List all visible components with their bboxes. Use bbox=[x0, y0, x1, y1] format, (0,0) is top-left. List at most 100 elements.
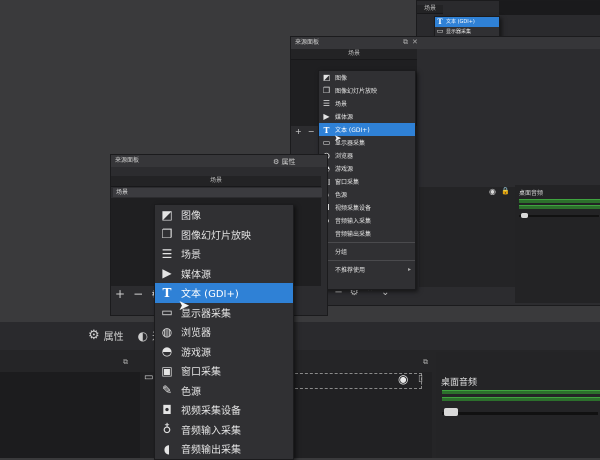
menu-item-window[interactable]: ▣窗口采集 bbox=[155, 361, 293, 381]
menu-item-window[interactable]: ▣窗口采集 bbox=[319, 175, 415, 188]
menu-item-label: 音频输出采集 bbox=[181, 445, 241, 457]
menu-item-scene-list[interactable]: ☰ 场景 bbox=[319, 97, 415, 110]
preview-area-small bbox=[499, 1, 600, 15]
add-scene-button[interactable]: + bbox=[295, 127, 302, 136]
text-icon: T bbox=[162, 285, 172, 300]
menu-item-deprecated[interactable]: 不推荐使用 bbox=[319, 263, 415, 276]
volume-meter bbox=[519, 199, 600, 203]
slideshow-icon: ❐ bbox=[322, 86, 331, 95]
menu-item-globe[interactable]: ◍浏览器 bbox=[319, 149, 415, 162]
menu-item-label: 浏览器 bbox=[335, 153, 354, 160]
menu-item-brush[interactable]: ✎色源 bbox=[319, 188, 415, 201]
gamepad-icon: ◓ bbox=[161, 344, 173, 359]
image-icon: ◩ bbox=[322, 73, 331, 82]
volume-meter bbox=[442, 390, 600, 394]
menu-item-label: 音频输入采集 bbox=[181, 425, 241, 437]
close-icon[interactable]: ✕ bbox=[412, 38, 418, 46]
scene-header-large: 场景 bbox=[111, 176, 321, 187]
menu-item-globe[interactable]: ◍ 浏览器 bbox=[155, 322, 293, 342]
properties-label: 属性 bbox=[281, 158, 296, 166]
microphone-icon: ♁ bbox=[162, 422, 172, 437]
menu-item-image[interactable]: ◩ 图像 bbox=[319, 71, 415, 84]
volume-slider[interactable] bbox=[519, 215, 599, 217]
menu-item-microphone[interactable]: ♁ 音频输入采集 bbox=[155, 420, 293, 440]
menu-item-text[interactable]: T 文本 (GDI+) bbox=[155, 283, 293, 303]
brush-icon: ✎ bbox=[161, 383, 173, 398]
add-scene-button[interactable]: + bbox=[115, 287, 125, 301]
menu-item-group[interactable]: 分组 bbox=[319, 245, 415, 258]
menu-item-label: 视频采集设备 bbox=[181, 406, 241, 418]
monitor-icon: ▭ bbox=[322, 138, 331, 147]
monitor-icon: ▭ bbox=[144, 372, 154, 383]
menu-item-label: 场景 bbox=[181, 250, 201, 262]
menu-item-label: 文本 (GDI+) bbox=[446, 19, 475, 26]
menu-item-speaker[interactable]: ◖音频输出采集 bbox=[155, 439, 293, 459]
eye-icon[interactable]: ◉ bbox=[489, 187, 496, 196]
menu-item-label: 窗口采集 bbox=[335, 179, 360, 186]
menu-item-play[interactable]: ▶ 媒体源 bbox=[319, 110, 415, 123]
menu-item-label: 文本 (GDI+) bbox=[335, 127, 370, 134]
lock-icon[interactable]: ▯ bbox=[418, 374, 423, 384]
menu-item-image[interactable]: ◩ 图像 bbox=[155, 205, 293, 225]
remove-scene-button[interactable]: − bbox=[133, 287, 143, 301]
play-icon: ▶ bbox=[323, 112, 330, 121]
float-icon[interactable]: ⧉ bbox=[423, 358, 428, 367]
scene-panel-bottom bbox=[0, 372, 140, 458]
menu-item-slideshow[interactable]: ❐ 图像幻灯片放映 bbox=[155, 225, 293, 245]
menu-item-label: 图像幻灯片放映 bbox=[181, 230, 251, 242]
monitor-icon: ▭ bbox=[161, 305, 173, 320]
window-icon: ▣ bbox=[161, 363, 173, 378]
scene-row-large[interactable]: 场景 bbox=[113, 188, 322, 197]
filter-icon[interactable]: ◐ bbox=[138, 329, 148, 343]
float-icon[interactable]: ⧉ bbox=[123, 358, 128, 367]
menu-item-label: 色源 bbox=[335, 192, 348, 199]
menu-item-label: 色源 bbox=[181, 386, 201, 398]
menu-separator bbox=[319, 260, 415, 261]
remove-scene-button[interactable]: − bbox=[308, 127, 315, 136]
float-icon[interactable]: ⧉ bbox=[403, 38, 408, 47]
volume-slider[interactable] bbox=[442, 412, 598, 415]
menu-item-label: 视频采集设备 bbox=[335, 205, 372, 212]
menu-item-scene-list[interactable]: ☰ 场景 bbox=[155, 244, 293, 264]
menu-item-label: 媒体源 bbox=[181, 269, 211, 281]
menu-item-gamepad[interactable]: ◓游戏源 bbox=[319, 162, 415, 175]
menu-item-camera[interactable]: ◘视频采集设备 bbox=[319, 201, 415, 214]
volume-slider-knob[interactable] bbox=[444, 408, 458, 416]
menu-item-text[interactable]: T 文本 (GDI+) bbox=[435, 17, 499, 27]
camera-icon: ◘ bbox=[162, 402, 172, 417]
menu-item-slideshow[interactable]: ❐ 图像幻灯片放映 bbox=[319, 84, 415, 97]
play-icon: ▶ bbox=[162, 266, 172, 281]
menu-item-camera[interactable]: ◘ 视频采集设备 bbox=[155, 400, 293, 420]
lock-icon[interactable]: 🔒 bbox=[501, 187, 510, 195]
add-source-menu-large: ◩ 图像 ❐ 图像幻灯片放映 ☰ 场景 ▶ 媒体源 T 文本 (GDI+) ▭ 显示器采集 ◍ 浏览器 ◓ 游… bbox=[154, 204, 294, 460]
menu-item-label: 图像 bbox=[181, 211, 201, 223]
menu-item-label: 游戏源 bbox=[335, 166, 354, 173]
properties-button[interactable]: 属性 bbox=[104, 328, 124, 343]
menu-item-speaker[interactable]: ◖音频输出采集 bbox=[319, 227, 415, 240]
menu-item-label: 浏览器 bbox=[181, 328, 211, 340]
menu-item-label: 图像幻灯片放映 bbox=[335, 88, 378, 95]
scene-header-small: 场景 bbox=[417, 5, 443, 14]
volume-slider-knob[interactable] bbox=[521, 213, 528, 218]
gear-icon[interactable]: ⚙ bbox=[88, 328, 100, 343]
properties-button-small[interactable]: ⚙ 属性 bbox=[273, 157, 296, 167]
text-icon: T bbox=[437, 17, 443, 27]
globe-icon: ◍ bbox=[161, 324, 173, 339]
scene-list-icon: ☰ bbox=[161, 246, 173, 261]
menu-item-label: 显示器采集 bbox=[446, 28, 472, 35]
volume-meter bbox=[442, 397, 600, 401]
menu-item-label: 音频输入采集 bbox=[335, 218, 372, 225]
properties-toolbar: ⚙ 属性 ◐ 过 bbox=[88, 328, 162, 343]
slideshow-icon: ❐ bbox=[161, 227, 173, 242]
menu-item-gamepad[interactable]: ◓ 游戏源 bbox=[155, 342, 293, 362]
menu-item-brush[interactable]: ✎ 色源 bbox=[155, 381, 293, 401]
menu-item-monitor[interactable]: ▭ 显示器采集 bbox=[155, 303, 293, 323]
menu-item-microphone[interactable]: ♁音频输入采集 bbox=[319, 214, 415, 227]
scene-list-icon: ☰ bbox=[322, 99, 331, 108]
desktop-audio-label: 桌面音频 bbox=[441, 378, 478, 388]
menu-item-monitor[interactable]: ▭ 显示器采集 bbox=[435, 27, 499, 37]
menu-item-label: 游戏源 bbox=[181, 347, 211, 359]
menu-item-play[interactable]: ▶ 媒体源 bbox=[155, 264, 293, 284]
visibility-eye-icon[interactable]: ◉ bbox=[398, 372, 408, 386]
menu-item-label: 媒体源 bbox=[335, 114, 354, 121]
